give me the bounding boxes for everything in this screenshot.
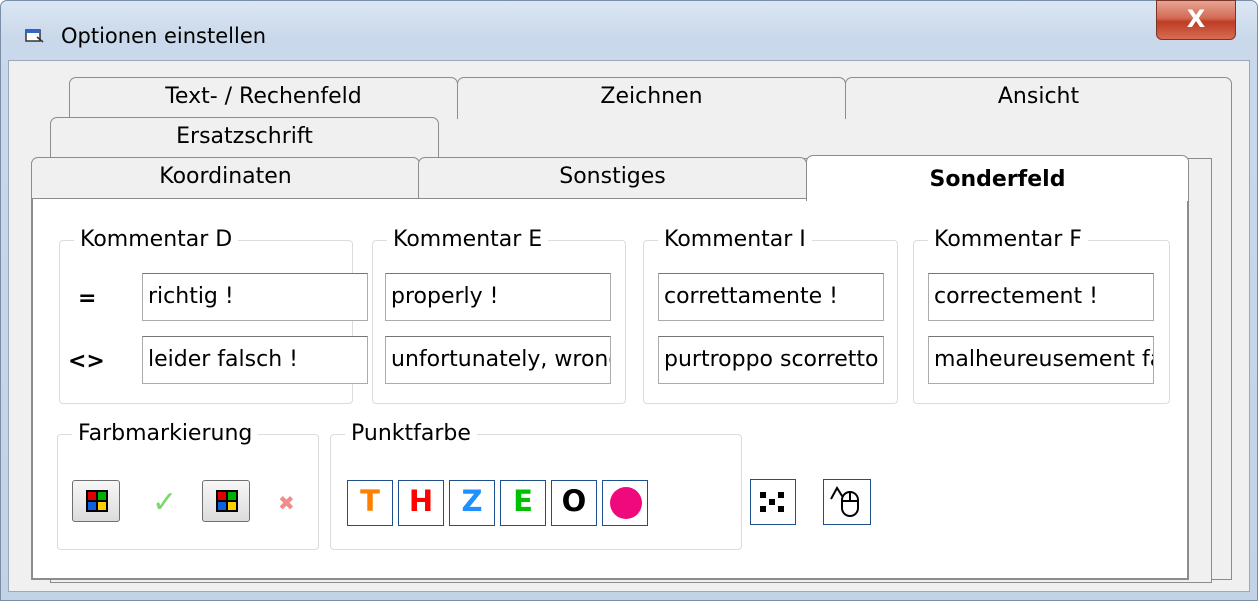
tab-ersatzschrift[interactable]: Ersatzschrift	[50, 117, 439, 159]
correct-color-button[interactable]	[72, 480, 120, 522]
cross-icon: ✖	[278, 491, 295, 515]
kommentar-d-label: Kommentar D	[74, 227, 239, 252]
kommentar-d-wrong-field[interactable]: leider falsch !	[142, 336, 368, 384]
punktfarbe-z-button[interactable]: Z	[449, 480, 495, 526]
punktfarbe-h-button[interactable]: H	[398, 480, 444, 526]
kommentar-f-correct-field[interactable]: correctement !	[928, 273, 1154, 321]
check-icon: ✓	[152, 485, 178, 520]
kommentar-i-correct-field[interactable]: correttamente !	[658, 273, 884, 321]
kommentar-d-group: Kommentar D = richtig ! <> leider falsch…	[59, 227, 368, 404]
punktfarbe-label: Punktfarbe	[345, 421, 477, 446]
wrong-color-button[interactable]	[202, 480, 250, 522]
tab-ansicht[interactable]: Ansicht	[845, 77, 1232, 119]
kommentar-e-group: Kommentar E properly ! unfortunately, wr…	[372, 227, 626, 404]
kommentar-f-wrong-field[interactable]: malheureusement faux !	[928, 336, 1154, 384]
kommentar-f-group: Kommentar F correctement ! malheureuseme…	[913, 227, 1170, 404]
punktfarbe-t-button[interactable]: T	[347, 480, 393, 526]
mouse-mode-button[interactable]	[823, 479, 871, 525]
punktfarbe-group: Punktfarbe T H Z E O	[330, 421, 742, 550]
kommentar-f-label: Kommentar F	[928, 227, 1088, 252]
kommentar-e-correct-field[interactable]: properly !	[385, 273, 611, 321]
tab-zeichnen[interactable]: Zeichnen	[457, 77, 846, 119]
punktfarbe-o-button[interactable]: O	[551, 480, 597, 526]
kommentar-e-label: Kommentar E	[387, 227, 549, 252]
tab-koordinaten[interactable]: Koordinaten	[31, 157, 420, 199]
sonderfeld-page: Kommentar D = richtig ! <> leider falsch…	[31, 198, 1189, 580]
scatter-points-icon	[760, 492, 784, 512]
punktfarbe-e-button[interactable]: E	[500, 480, 546, 526]
pink-dot-icon	[610, 487, 642, 519]
scatter-points-button[interactable]	[750, 479, 796, 525]
mouse-cursor-icon	[830, 486, 859, 517]
farbmarkierung-group: Farbmarkierung ✓ ✖	[57, 421, 319, 550]
kommentar-i-label: Kommentar I	[658, 227, 812, 252]
color-grid-icon	[216, 490, 238, 512]
close-button[interactable]: X	[1156, 0, 1236, 40]
close-icon: X	[1186, 5, 1206, 33]
kommentar-e-wrong-field[interactable]: unfortunately, wrong !	[385, 336, 611, 384]
not-equal-operator-label: <>	[68, 349, 105, 374]
kommentar-i-wrong-field[interactable]: purtroppo scorretto !	[658, 336, 884, 384]
tab-sonderfeld[interactable]: Sonderfeld	[806, 155, 1189, 201]
color-grid-icon	[86, 490, 108, 512]
window-app-icon	[25, 29, 44, 43]
tab-sonstiges[interactable]: Sonstiges	[418, 157, 807, 199]
kommentar-d-correct-field[interactable]: richtig !	[142, 273, 368, 321]
tab-text-rechenfeld[interactable]: Text- / Rechenfeld	[69, 77, 458, 119]
equal-operator-label: =	[78, 286, 97, 311]
window-title: Optionen einstellen	[61, 24, 267, 48]
kommentar-i-group: Kommentar I correttamente ! purtroppo sc…	[643, 227, 898, 404]
farbmarkierung-label: Farbmarkierung	[72, 421, 259, 446]
punktfarbe-dot-button[interactable]	[602, 480, 648, 526]
